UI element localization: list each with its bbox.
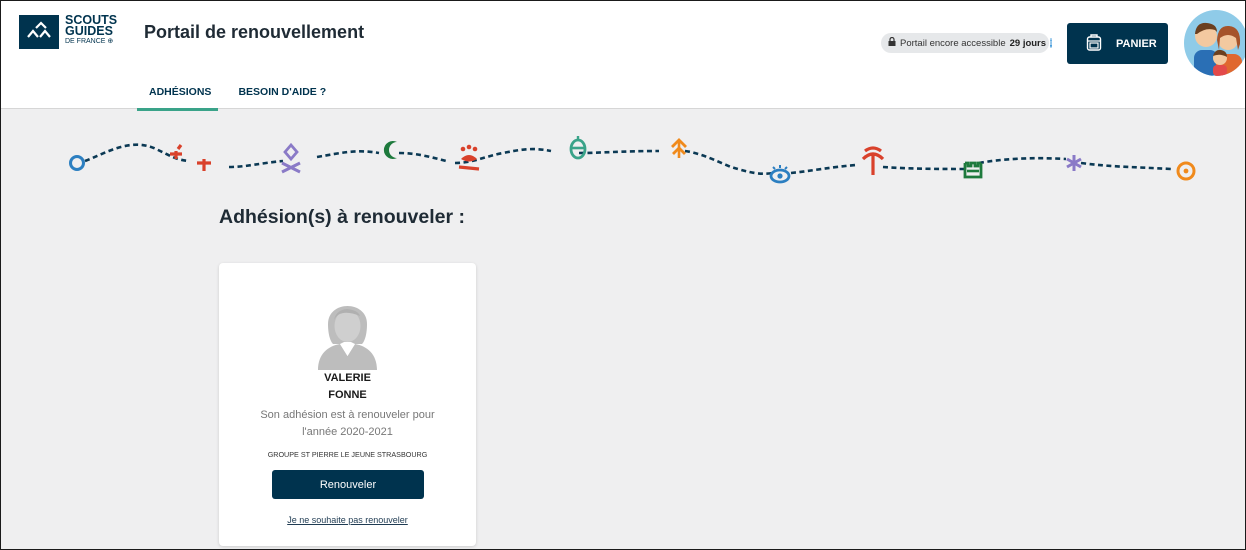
access-text: Portail encore accessible (900, 37, 1006, 49)
logo-text: SCOUTS GUIDES DE FRANCE ⊕ (65, 14, 117, 46)
member-last-name: FONNE (328, 389, 367, 401)
trail-campfire-icon (281, 142, 301, 174)
page-title: Portail de renouvellement (144, 22, 365, 42)
user-avatar[interactable] (1184, 10, 1245, 76)
section-title: Adhésion(s) à renouveler : (219, 206, 465, 228)
backpack-icon (1084, 32, 1104, 55)
member-first-name: VALERIE (324, 372, 371, 384)
trail-palm-icon (861, 146, 885, 175)
trail-circle-icon (69, 155, 85, 171)
access-days: 29 jours (1009, 37, 1047, 49)
logo-line2: GUIDES (65, 24, 113, 38)
trail-eye-icon (769, 165, 791, 184)
trail-acorn-icon (569, 136, 587, 160)
decline-renewal-link[interactable]: Je ne souhaite pas renouveler (219, 515, 476, 525)
trail-tree-icon (671, 138, 687, 158)
trail-moon-icon (383, 141, 397, 159)
info-icon[interactable]: i (1050, 38, 1052, 48)
decorative-trail (61, 123, 1211, 192)
renewal-description: Son adhésion est à renouveler pour l'ann… (260, 409, 435, 438)
top-header: SCOUTS GUIDES DE FRANCE ⊕ Portail de ren… (1, 1, 1245, 111)
trail-totem-icon (170, 144, 211, 171)
scouts-guides-logo[interactable]: SCOUTS GUIDES DE FRANCE ⊕ (19, 14, 117, 49)
trail-star-icon (1066, 155, 1082, 171)
trail-target-icon (1176, 161, 1196, 181)
trail-tower-icon (963, 161, 983, 179)
main-tabs: ADHÉSIONS BESOIN D'AIDE ? (137, 83, 333, 111)
person-placeholder-icon (316, 292, 379, 370)
membership-card: VALERIE FONNE Son adhésion est à renouve… (219, 263, 476, 546)
cart-button[interactable]: PANIER (1067, 23, 1168, 64)
tab-adhesions[interactable]: ADHÉSIONS (137, 83, 219, 111)
app-window: SCOUTS GUIDES DE FRANCE ⊕ Portail de ren… (0, 0, 1246, 550)
access-status-badge: Portail encore accessible 29 jours i (881, 33, 1052, 53)
lock-icon (888, 36, 896, 49)
tab-besoin-d-aide[interactable]: BESOIN D'AIDE ? (226, 83, 333, 108)
logo-line3: DE FRANCE ⊕ (65, 38, 114, 45)
group-name: GROUPE ST PIERRE LE JEUNE STRASBOURG (267, 450, 428, 459)
cart-label: PANIER (1116, 37, 1157, 50)
renew-button[interactable]: Renouveler (272, 470, 424, 499)
logo-mark-icon (19, 15, 59, 49)
trail-paw-icon (458, 144, 480, 171)
